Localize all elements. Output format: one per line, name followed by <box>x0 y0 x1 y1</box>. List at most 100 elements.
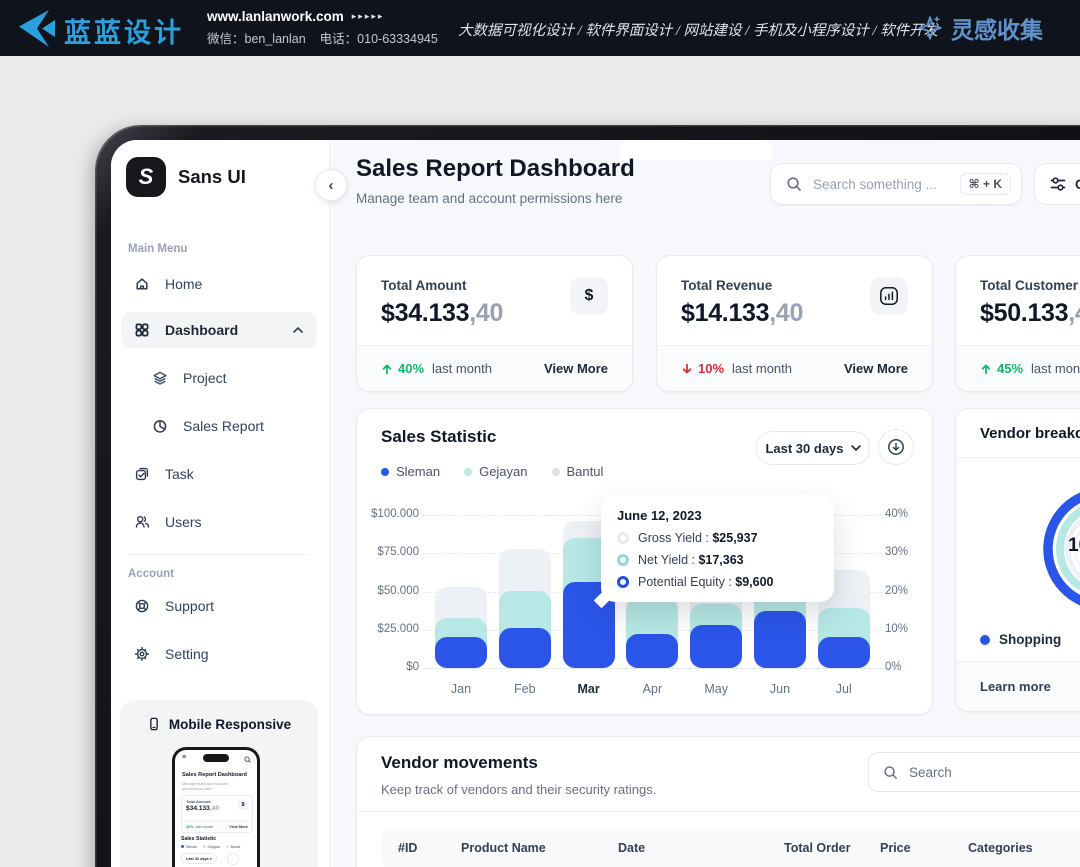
hamburger-icon: ≡ <box>182 754 186 761</box>
lanlan-logo-icon <box>14 9 58 47</box>
chevron-up-icon <box>293 327 303 333</box>
stat-value: $34.133,40 <box>381 299 503 328</box>
stat-card-total-amount: Total Amount $34.133,40 $ 40% last month… <box>356 255 633 392</box>
phone-mockup: ≡ Sales Report Dashboard Manage team and… <box>172 747 260 867</box>
chart-tooltip: June 12, 2023 Gross Yield : $25,937Net Y… <box>601 495 834 602</box>
arrow-up-icon <box>980 363 992 375</box>
mini-stat-title: Total Amount <box>186 799 211 804</box>
website-link[interactable]: www.lanlanwork.com <box>207 9 344 24</box>
arrow-up-icon <box>381 363 393 375</box>
mini-section-title: Sales Statistic <box>181 836 216 842</box>
sidebar-item-label: Dashboard <box>165 322 238 338</box>
customize-button[interactable]: Cu <box>1034 163 1080 205</box>
legend-dot <box>980 635 990 645</box>
bar-segment-sleman <box>435 637 487 668</box>
users-icon <box>134 514 150 530</box>
phone-icon <box>147 715 161 733</box>
sidebar-collapse-button[interactable]: ‹ <box>315 169 347 201</box>
stat-card-total-revenue: Total Revenue $14.133,40 10% last month … <box>656 255 933 392</box>
bar-chart-icon <box>870 277 908 315</box>
sidebar-item-setting[interactable]: Setting <box>121 636 317 672</box>
y-tick-left: $50.000 <box>377 585 419 597</box>
sidebar-item-project[interactable]: Project <box>121 360 317 396</box>
app-screen: S Sans UI Main Menu Home Dashboard Proje… <box>111 140 1080 867</box>
x-axis: JanFebMarAprMayJunJul <box>357 682 934 702</box>
table-column-header[interactable]: Categories <box>968 841 1033 855</box>
vendor-movements-card: Vendor movements Keep track of vendors a… <box>356 736 1080 867</box>
download-button[interactable] <box>878 429 914 465</box>
view-more-link[interactable]: View More <box>844 361 908 376</box>
bar-group-jan[interactable] <box>435 515 487 668</box>
view-more-link[interactable]: View More <box>544 361 608 376</box>
home-icon <box>134 276 150 292</box>
table-column-header[interactable]: #ID <box>398 841 417 855</box>
collection-label: 灵感收集 <box>951 11 1043 45</box>
stat-change: 45% <box>980 361 1023 376</box>
global-search[interactable]: ⌘ + K <box>770 163 1022 205</box>
sidebar-item-label: Home <box>165 276 202 292</box>
mini-download-button[interactable] <box>227 853 239 865</box>
download-icon <box>887 438 905 456</box>
sales-statistic-card: Sales Statistic Sleman Gejayan Bantul La… <box>356 408 933 715</box>
mini-legend: Sleman Gejayan Bantul <box>181 845 240 849</box>
sidebar-item-sales-report[interactable]: Sales Report <box>121 408 317 444</box>
table-search-input[interactable] <box>907 764 1080 781</box>
sparkle-star-icon <box>915 12 945 44</box>
x-tick-label: Feb <box>495 682 555 696</box>
table-column-header[interactable]: Total Order <box>784 841 850 855</box>
stat-value: $50.133,40 <box>980 299 1080 328</box>
search-icon <box>786 176 802 192</box>
sidebar: S Sans UI Main Menu Home Dashboard Proje… <box>111 140 330 867</box>
table-column-header[interactable]: Product Name <box>461 841 546 855</box>
stat-period: last month <box>432 361 492 376</box>
mobile-responsive-card: Mobile Responsive ≡ Sales Report Dashboa… <box>120 700 318 867</box>
services-list: 大数据可视化设计 / 软件界面设计 / 网站建设 / 手机及小程序设计 / 软件… <box>458 19 938 40</box>
bar-segment-sleman <box>818 637 870 668</box>
table-header-row: #ID Product Name Date Total Order Price Categ… <box>381 829 1080 867</box>
stat-title: Total Revenue <box>681 278 772 293</box>
stat-period: last month <box>1031 361 1080 376</box>
table-search[interactable] <box>868 752 1080 792</box>
collection-link[interactable]: 灵感收集 <box>915 11 1043 45</box>
sidebar-item-support[interactable]: Support <box>121 588 317 624</box>
x-tick-label: Jul <box>814 682 874 696</box>
tooltip-row: Net Yield : $17,363 <box>617 553 818 567</box>
bar-segment-sleman <box>690 625 742 668</box>
phone-label: 电话：010-63334945 <box>320 28 438 47</box>
layers-icon <box>152 370 168 386</box>
bar-segment-sleman <box>626 634 678 668</box>
range-dropdown[interactable]: Last 30 days <box>756 431 870 465</box>
bar-group-feb[interactable] <box>499 515 551 668</box>
chevron-down-icon <box>851 445 861 451</box>
stat-footer: 45% last month View More <box>956 345 1080 391</box>
sliders-icon <box>1049 175 1067 193</box>
y-tick-left: $75.000 <box>377 546 419 558</box>
sidebar-item-users[interactable]: Users <box>121 504 317 540</box>
section-title: Vendor movements <box>381 753 538 773</box>
tooltip-ring-icon <box>617 554 629 566</box>
table-column-header[interactable]: Price <box>880 841 911 855</box>
page-title: Sales Report Dashboard <box>356 155 635 183</box>
x-tick-label: Jun <box>750 682 810 696</box>
sidebar-item-label: Setting <box>165 646 209 662</box>
sidebar-item-task[interactable]: Task <box>121 456 317 492</box>
sidebar-item-label: Project <box>183 370 227 386</box>
y-axis-left: $100.000$75.000$50.000$25.000$0 <box>357 515 419 675</box>
breakdown-legend: Shopping <box>980 632 1080 647</box>
app-logo: S <box>126 157 166 197</box>
learn-more-link[interactable]: Learn more <box>956 661 1080 711</box>
search-input[interactable] <box>811 176 945 193</box>
arrows-decoration: ▸▸▸▸▸ <box>352 11 385 22</box>
search-icon <box>244 756 251 763</box>
tooltip-date: June 12, 2023 <box>617 508 818 523</box>
page: 蓝蓝设计 www.lanlanwork.com ▸▸▸▸▸ 微信：ben_lan… <box>0 0 1080 867</box>
table-column-header[interactable]: Date <box>618 841 645 855</box>
app-name: Sans UI <box>178 166 246 188</box>
sidebar-divider <box>128 554 310 555</box>
sidebar-item-dashboard[interactable]: Dashboard <box>121 312 317 348</box>
y-axis-right: 40%30%20%10%0% <box>885 515 930 675</box>
mini-range-dropdown[interactable]: Last 30 days ▾ <box>181 853 217 864</box>
stat-change: 10% <box>681 361 724 376</box>
x-tick-label: Jan <box>431 682 491 696</box>
sidebar-item-home[interactable]: Home <box>121 266 317 302</box>
